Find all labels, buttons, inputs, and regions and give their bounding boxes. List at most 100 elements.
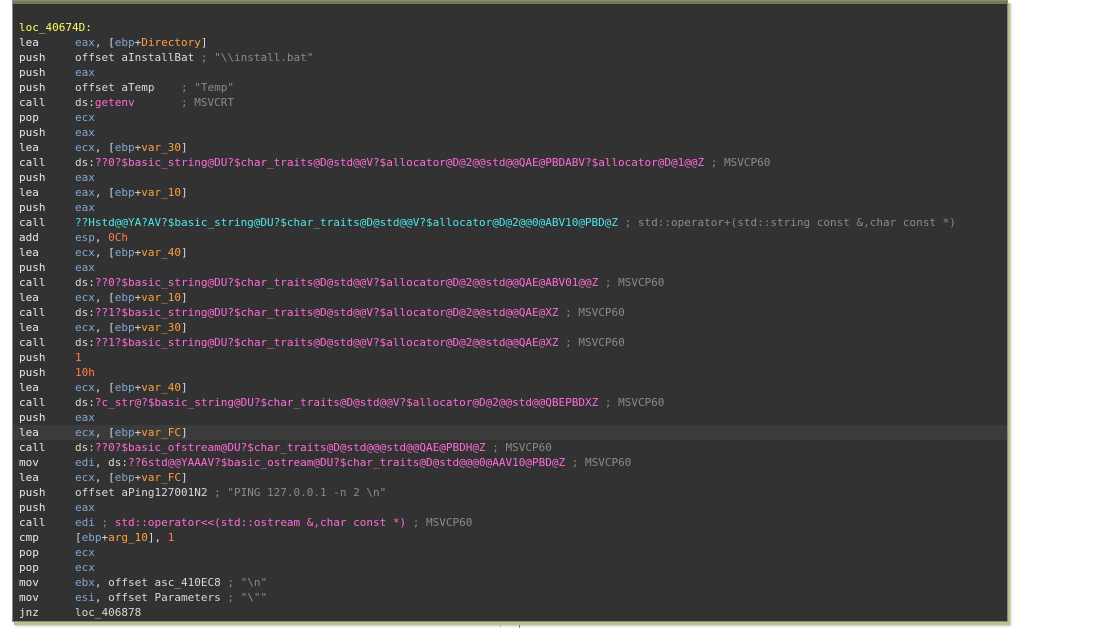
code-line[interactable]: push 10h <box>13 365 1007 380</box>
operand-token: ; MSVCP60 <box>704 156 771 169</box>
instruction-mnemonic: call <box>19 516 46 529</box>
code-line[interactable]: lea ecx, [ebp+var_FC] <box>13 425 1007 440</box>
operand-token: , offset Parameters <box>94 591 228 604</box>
instruction-mnemonic: push <box>19 201 46 214</box>
code-line[interactable]: push offset aInstallBat ; "\\install.bat" <box>13 50 1007 65</box>
code-label[interactable]: loc_40674D: <box>13 20 1007 35</box>
code-line[interactable]: add esp, 0Ch <box>13 230 1007 245</box>
operand-token: ; MSVCP60 <box>558 336 625 349</box>
instruction-mnemonic: push <box>19 411 46 424</box>
operand-token: eax <box>75 126 95 139</box>
operand-token: var_FC <box>141 471 181 484</box>
code-line[interactable]: call ds:??0?$basic_string@DU?$char_traits… <box>13 275 1007 290</box>
code-line[interactable]: call ds:??0?$basic_string@DU?$char_traits… <box>13 155 1007 170</box>
code-line[interactable]: mov esi, offset Parameters ; "\"" <box>13 590 1007 605</box>
code-line[interactable]: call ds:??1?$basic_string@DU?$char_traits… <box>13 335 1007 350</box>
operand-token: ; MSVCRT <box>134 96 234 109</box>
operand-token: ebp <box>114 471 135 484</box>
operand-token: ??0?$basic_string@DU?$char_traits@D@std@… <box>94 156 705 169</box>
code-line[interactable]: push eax <box>13 170 1007 185</box>
operand-token: , [ <box>94 186 115 199</box>
operand-token: ebp <box>114 291 135 304</box>
operand-token: eax <box>75 261 95 274</box>
instruction-mnemonic: lea <box>19 246 39 259</box>
code-line[interactable]: push offset aTemp ; "Temp" <box>13 80 1007 95</box>
operand-token: std::operator<<(std::ostream &,char cons… <box>114 516 407 529</box>
operand-token: ecx <box>75 321 95 334</box>
code-line[interactable]: pop ecx <box>13 545 1007 560</box>
disassembly-block[interactable]: loc_40674D: lea eax, [ebp+Directory] push o… <box>12 0 1008 622</box>
operand-token: ??6std@@YAAAV?$basic_ostream@DU?$char_tr… <box>128 456 566 469</box>
operand-token: var_10 <box>141 186 181 199</box>
operand-token: eax <box>75 171 95 184</box>
operand-token: loc_406878 <box>75 606 142 619</box>
instruction-mnemonic: call <box>19 216 46 229</box>
disassembly-lines: loc_40674D: lea eax, [ebp+Directory] push o… <box>13 20 1007 620</box>
operand-token: ??0?$basic_string@DU?$char_traits@D@std@… <box>94 276 599 289</box>
code-line[interactable]: lea ecx, [ebp+var_30] <box>13 320 1007 335</box>
operand-token: ] <box>181 186 188 199</box>
code-line[interactable]: push eax <box>13 200 1007 215</box>
code-line[interactable]: lea ecx, [ebp+var_40] <box>13 245 1007 260</box>
operand-token: ; "PING 127.0.0.1 -n 2 \n" <box>214 486 387 499</box>
code-line[interactable]: push offset aPing127001N2 ; "PING 127.0.0… <box>13 485 1007 500</box>
operand-token: ecx <box>75 246 95 259</box>
operand-token: ds: <box>75 276 95 289</box>
code-line[interactable]: call ds:??1?$basic_string@DU?$char_traits… <box>13 305 1007 320</box>
instruction-mnemonic: call <box>19 336 46 349</box>
instruction-mnemonic: lea <box>19 426 39 439</box>
code-line[interactable]: push eax <box>13 410 1007 425</box>
code-line[interactable]: lea ecx, [ebp+var_40] <box>13 380 1007 395</box>
operand-token: ; <box>94 516 115 529</box>
code-line[interactable]: lea ecx, [ebp+var_30] <box>13 140 1007 155</box>
code-line[interactable]: push 1 <box>13 350 1007 365</box>
instruction-mnemonic: lea <box>19 291 39 304</box>
operand-token: offset aInstallBat <box>75 51 201 64</box>
operand-token: 10h <box>75 366 95 379</box>
code-line[interactable]: lea eax, [ebp+Directory] <box>13 35 1007 50</box>
operand-token: ??1?$basic_string@DU?$char_traits@D@std@… <box>94 336 559 349</box>
code-line[interactable]: lea eax, [ebp+var_10] <box>13 185 1007 200</box>
code-line[interactable]: push eax <box>13 125 1007 140</box>
operand-token: ; MSVCP60 <box>406 516 473 529</box>
operand-token: ] <box>200 36 208 49</box>
operand-token: , <box>94 231 109 244</box>
instruction-mnemonic: mov <box>19 576 39 589</box>
operand-token: arg_10 <box>108 531 148 544</box>
operand-token: ], <box>147 531 168 544</box>
instruction-mnemonic: mov <box>19 591 39 604</box>
instruction-mnemonic: push <box>19 366 46 379</box>
code-line[interactable]: call ds:?c_str@?$basic_string@DU?$char_tr… <box>13 395 1007 410</box>
operand-token: offset aPing127001N2 <box>75 486 215 499</box>
code-line[interactable]: call ds:getenv ; MSVCRT <box>13 95 1007 110</box>
instruction-mnemonic: call <box>19 276 46 289</box>
code-line[interactable]: mov edi, ds:??6std@@YAAAV?$basic_ostream@… <box>13 455 1007 470</box>
code-line[interactable]: push eax <box>13 260 1007 275</box>
operand-token: ds: <box>75 96 95 109</box>
operand-token: , [ <box>94 426 115 439</box>
code-line[interactable]: mov ebx, offset asc_410EC8 ; "\n" <box>13 575 1007 590</box>
operand-token: eax <box>75 66 95 79</box>
operand-token: ebp <box>114 36 135 49</box>
code-line[interactable]: lea ecx, [ebp+var_FC] <box>13 470 1007 485</box>
instruction-mnemonic: add <box>19 231 39 244</box>
code-line[interactable]: pop ecx <box>13 110 1007 125</box>
instruction-mnemonic: lea <box>19 381 39 394</box>
instruction-mnemonic: lea <box>19 141 39 154</box>
operand-token: ] <box>181 381 188 394</box>
code-line[interactable]: lea ecx, [ebp+var_10] <box>13 290 1007 305</box>
instruction-mnemonic: call <box>19 396 46 409</box>
code-line[interactable]: push eax <box>13 500 1007 515</box>
code-line[interactable]: push eax <box>13 65 1007 80</box>
operand-token: ; std::operator+(std::string const &,cha… <box>618 216 956 229</box>
operand-token: , [ <box>94 291 115 304</box>
code-line[interactable]: call edi ; std::operator<<(std::ostream &… <box>13 515 1007 530</box>
operand-token: eax <box>75 411 95 424</box>
code-line[interactable]: cmp [ebp+arg_10], 1 <box>13 530 1007 545</box>
operand-token: ecx <box>75 561 95 574</box>
code-line[interactable]: call ds:??0?$basic_ofstream@DU?$char_trai… <box>13 440 1007 455</box>
operand-token: ecx <box>75 291 95 304</box>
code-line[interactable]: call ??Hstd@@YA?AV?$basic_string@DU?$char… <box>13 215 1007 230</box>
code-line[interactable]: pop ecx <box>13 560 1007 575</box>
code-line[interactable]: jnz loc_406878 <box>13 605 1007 620</box>
